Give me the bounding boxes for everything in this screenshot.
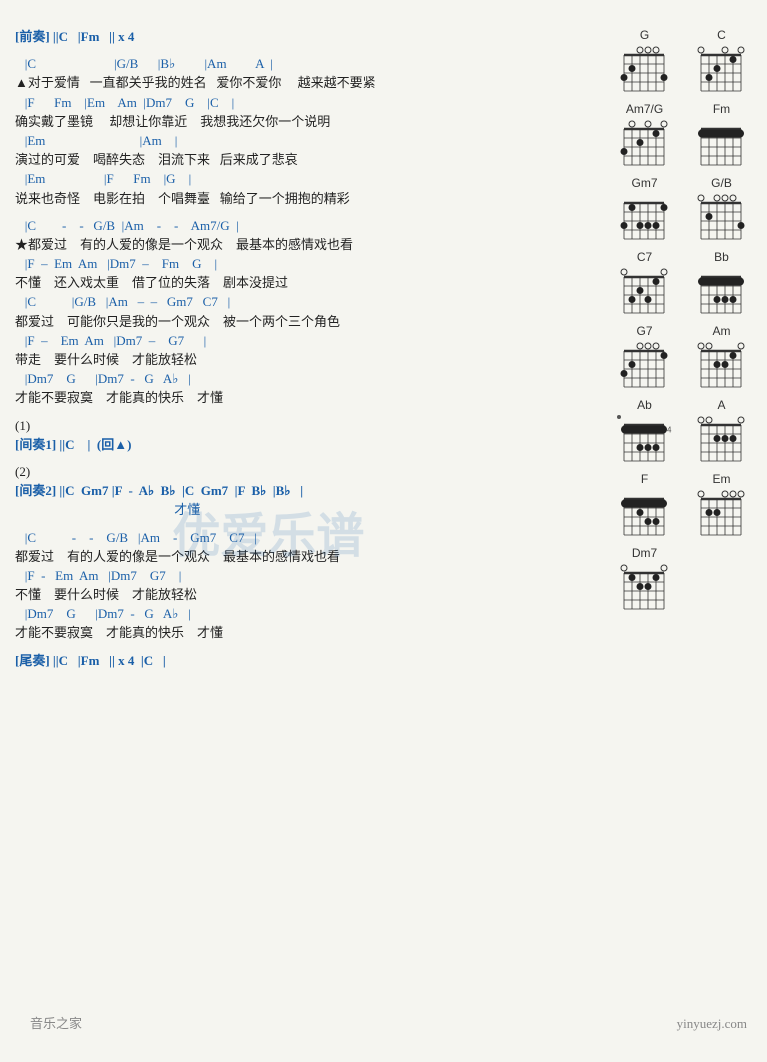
spacer-21 [15,409,601,417]
chord-svg [614,339,676,394]
chord-svg [691,413,753,468]
line-9: 说来也奇怪 电影在拍 个唱舞臺 输给了一个拥抱的精彩 [15,190,601,208]
line-3: ▲对于爱情 一直都关乎我的姓名 爱你不爱你 越来越不要紧 [15,74,601,92]
line-18: 带走 要什么时候 才能放轻松 [15,351,601,369]
line-25: (2) [15,463,601,481]
song-title [15,15,757,20]
line-12: ★都爱过 有的人爱的像是一个观众 最基本的感情戏也看 [15,236,601,254]
watermark-bottom-left: 音乐之家 [30,1013,82,1032]
chord-svg: 4 [614,413,676,468]
chord-diagram-c7: C7 [609,250,680,320]
chord-svg [691,191,753,246]
line-16: 都爱过 可能你只是我的一个观众 被一个两个三个角色 [15,313,601,331]
line-23: [间奏1] ||C | (回▲) [15,436,601,454]
watermark-bottom-right: yinyuezj.com [677,1016,747,1032]
line-2: |C |G/B |B♭ |Am A | [15,55,601,73]
line-34: 才能不要寂寞 才能真的快乐 才懂 [15,624,601,642]
chord-diagram-g-b: G/B [686,176,757,246]
line-36: [尾奏] ||C |Fm || x 4 |C | [15,652,601,670]
chord-name-label: G7 [636,324,652,338]
chord-svg [691,487,753,542]
chord-grid: G C Am7/G Fm Gm7 G/B C7 Bb G7 Am Ab 4 A F Em Dm7 [609,28,757,616]
chord-diagram-bb: Bb [686,250,757,320]
chord-diagram-em: Em [686,472,757,542]
chord-svg [691,117,753,172]
chord-diagram-dm7: Dm7 [609,546,680,616]
main-content: [前奏] ||C |Fm || x 4 |C |G/B |B♭ |Am A |▲… [15,28,757,671]
chord-name-label: G [640,28,649,42]
chord-svg [614,561,676,616]
chord-diagram-f: F [609,472,680,542]
lyrics-section: [前奏] ||C |Fm || x 4 |C |G/B |B♭ |Am A |▲… [15,28,601,671]
spacer-24 [15,455,601,463]
chord-diagram-am7-g: Am7/G [609,102,680,172]
chord-svg [691,43,753,98]
chord-diagram-a: A [686,398,757,468]
chord-svg [691,339,753,394]
line-7: 演过的可爱 喝醉失态 泪流下来 后来成了悲哀 [15,151,601,169]
chord-svg [614,265,676,320]
chord-name-label: Ab [637,398,652,412]
chord-diagram-g: G [609,28,680,98]
chord-name-label: C7 [637,250,652,264]
line-13: |F – Em Am |Dm7 – Fm G | [15,255,601,273]
chord-svg [614,487,676,542]
line-22: (1) [15,417,601,435]
line-5: 确实戴了墨镜 却想让你靠近 我想我还欠你一个说明 [15,113,601,131]
chord-svg [614,117,676,172]
line-32: 不懂 要什么时候 才能放轻松 [15,586,601,604]
svg-text:4: 4 [667,426,672,435]
line-0: [前奏] ||C |Fm || x 4 [15,28,601,46]
line-4: |F Fm |Em Am |Dm7 G |C | [15,94,601,112]
chord-name-label: Em [713,472,731,486]
line-26: [间奏2] ||C Gm7 |F - A♭ B♭ |C Gm7 |F B♭ |B… [15,482,601,500]
line-15: |C |G/B |Am – – Gm7 C7 | [15,293,601,311]
line-19: |Dm7 G |Dm7 - G A♭ | [15,370,601,388]
line-8: |Em |F Fm |G | [15,170,601,188]
chord-diagram-am: Am [686,324,757,394]
line-33: |Dm7 G |Dm7 - G A♭ | [15,605,601,623]
chord-name-label: Gm7 [631,176,657,190]
chord-svg [691,265,753,320]
page: 优爱乐谱 [前奏] ||C |Fm || x 4 |C |G/B |B♭ |Am… [0,0,767,1062]
line-6: |Em |Am | [15,132,601,150]
line-17: |F – Em Am |Dm7 – G7 | [15,332,601,350]
spacer-1 [15,47,601,55]
line-29: |C - - G/B |Am - Gm7 C7 | [15,529,601,547]
line-27: 才懂 [15,501,601,519]
chord-name-label: Fm [713,102,730,116]
chord-svg [614,43,676,98]
chord-name-label: Am [713,324,731,338]
chord-name-label: Am7/G [626,102,663,116]
chord-name-label: F [641,472,648,486]
chord-diagram-fm: Fm [686,102,757,172]
header [15,15,757,20]
spacer-10 [15,209,601,217]
spacer-35 [15,644,601,652]
chord-name-label: Dm7 [632,546,657,560]
chord-diagram-c: C [686,28,757,98]
chord-name-label: Bb [714,250,729,264]
line-20: 才能不要寂寞 才能真的快乐 才懂 [15,389,601,407]
chord-diagram-g7: G7 [609,324,680,394]
chord-name-label: A [717,398,725,412]
spacer-28 [15,521,601,529]
chord-svg [614,191,676,246]
line-14: 不懂 还入戏太重 借了位的失落 剧本没提过 [15,274,601,292]
line-11: |C - - G/B |Am - - Am7/G | [15,217,601,235]
chord-name-label: G/B [711,176,732,190]
chord-diagrams: G C Am7/G Fm Gm7 G/B C7 Bb G7 Am Ab 4 A F Em Dm7 [609,28,757,671]
line-31: |F - Em Am |Dm7 G7 | [15,567,601,585]
line-30: 都爱过 有的人爱的像是一个观众 最基本的感情戏也看 [15,548,601,566]
chord-diagram-gm7: Gm7 [609,176,680,246]
chord-name-label: C [717,28,726,42]
chord-diagram-ab: Ab 4 [609,398,680,468]
